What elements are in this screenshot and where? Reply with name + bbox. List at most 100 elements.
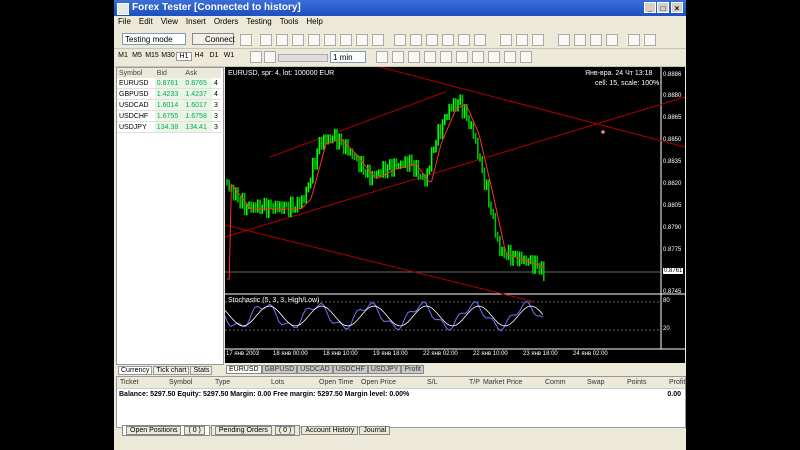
symbol-name: USDCAD: [117, 99, 155, 111]
line-chart-icon[interactable]: [474, 34, 486, 46]
grid-icon[interactable]: [426, 34, 438, 46]
price-label: 0.8745: [663, 289, 682, 295]
chart-area[interactable]: EURUSD, spr: 4, lot: 100000 EUR Янв-вра.…: [225, 67, 685, 363]
paste-icon[interactable]: [372, 34, 384, 46]
symbol-row[interactable]: USDJPY 134.38 134.41 3: [117, 121, 221, 133]
zoom-out-icon[interactable]: [410, 34, 422, 46]
symbol-row[interactable]: USDCAD 1.6014 1.6017 3: [117, 99, 221, 111]
price-label: 0.8865: [663, 115, 682, 121]
menu-edit[interactable]: Edit: [135, 16, 157, 26]
menu-orders[interactable]: Orders: [210, 16, 242, 26]
price-chart[interactable]: [225, 67, 685, 363]
tf-m15[interactable]: M15: [145, 52, 159, 59]
check-icon[interactable]: [532, 34, 544, 46]
trendline-short: [269, 91, 446, 158]
tab-account-history[interactable]: Account History: [301, 426, 359, 435]
text-icon[interactable]: [504, 51, 516, 63]
palette-icon[interactable]: [606, 34, 618, 46]
lightning-icon[interactable]: [240, 34, 252, 46]
minimize-button[interactable]: _: [644, 2, 656, 13]
tab-pending-orders-count: ( 0 ): [274, 426, 296, 435]
symbols-panel: Symbol Bid Ask EURUSD 0.8761 0.8765 4 GBPUS…: [116, 67, 224, 365]
bar-chart-icon[interactable]: [442, 34, 454, 46]
save-icon[interactable]: [324, 34, 336, 46]
tab-journal[interactable]: Journal: [359, 426, 391, 435]
chart-tab-usdchf[interactable]: USDCHF: [332, 365, 368, 374]
zoom-in-icon[interactable]: [394, 34, 406, 46]
ellipse-icon[interactable]: [488, 51, 500, 63]
cursor-icon[interactable]: [260, 34, 272, 46]
open-icon[interactable]: [308, 34, 320, 46]
tab-stats[interactable]: Stats: [190, 366, 213, 375]
testing-mode-select[interactable]: Testing mode: [122, 33, 186, 45]
tf-m1[interactable]: M1: [116, 52, 130, 59]
window-title: Forex Tester [Connected to history]: [132, 2, 301, 13]
trend-anchor-point: [601, 130, 605, 134]
indicator-icon[interactable]: [500, 34, 512, 46]
tf-h4[interactable]: H4: [192, 52, 206, 59]
orders-header: Ticket Symbol Type Lots Open Time Open P…: [117, 377, 685, 389]
speed-slider[interactable]: [278, 54, 328, 62]
crosshair-icon[interactable]: [276, 34, 288, 46]
menu-help[interactable]: Help: [302, 16, 326, 26]
tab-tick-chart[interactable]: Tick chart: [153, 366, 190, 375]
spread-value: 4: [212, 88, 221, 100]
import-icon[interactable]: [574, 34, 586, 46]
export-icon[interactable]: [558, 34, 570, 46]
tf-w1[interactable]: W1: [222, 52, 236, 59]
fibo-icon[interactable]: [456, 51, 468, 63]
chart-tab-usdcad[interactable]: USDCAD: [297, 365, 333, 374]
tf-m30[interactable]: M30: [161, 52, 175, 59]
chart-tab-eurusd[interactable]: EURUSD: [226, 365, 262, 374]
tab-open-positions[interactable]: Open Positions ( 0 ): [122, 425, 210, 436]
timeframe-select[interactable]: 1 min: [330, 51, 366, 63]
osc-level-label: 80: [663, 298, 670, 304]
col-symbol: Symbol: [117, 68, 155, 78]
settings-icon[interactable]: [628, 34, 640, 46]
oscillator-label: Stochastic (5, 3, 3, High/Low): [228, 297, 320, 304]
menu-tools[interactable]: Tools: [276, 16, 303, 26]
col-open-time: Open Time: [319, 379, 354, 386]
tab-open-positions-label: Open Positions: [126, 426, 182, 435]
symbol-row[interactable]: GBPUSD 1.4233 1.4237 4: [117, 88, 221, 100]
connect-button[interactable]: Connect: [192, 33, 235, 45]
chart-tab-gbpusd[interactable]: GBPUSD: [261, 365, 298, 374]
menu-testing[interactable]: Testing: [242, 16, 275, 26]
menu-insert[interactable]: Insert: [182, 16, 210, 26]
tf-h1[interactable]: H1: [176, 52, 192, 61]
symbol-row[interactable]: USDCHF 1.6755 1.6758 3: [117, 110, 221, 122]
maximize-button[interactable]: □: [657, 2, 669, 13]
candle-chart-icon[interactable]: [458, 34, 470, 46]
bid-value: 1.4233: [154, 88, 184, 100]
template-icon[interactable]: [516, 34, 528, 46]
step-icon[interactable]: [264, 51, 276, 63]
symbol-row[interactable]: EURUSD 0.8761 0.8765 4: [117, 78, 221, 89]
bid-value: 0.8761: [154, 78, 184, 89]
new-chart-icon[interactable]: [292, 34, 304, 46]
tf-d1[interactable]: D1: [207, 52, 221, 59]
tf-m5[interactable]: M5: [130, 52, 144, 59]
trendline-rising: [225, 96, 685, 238]
chart-tab-usdjpy[interactable]: USDJPY: [367, 365, 402, 374]
close-button[interactable]: ×: [671, 2, 683, 13]
paint-icon[interactable]: [590, 34, 602, 46]
col-type: Type: [215, 379, 231, 386]
play-icon[interactable]: [250, 51, 262, 63]
wave-icon[interactable]: [520, 51, 532, 63]
tab-pending-orders[interactable]: Pending Orders ( 0 ): [210, 425, 301, 436]
tab-currency[interactable]: Currency: [118, 366, 153, 375]
trendline-icon[interactable]: [408, 51, 420, 63]
menu-view[interactable]: View: [157, 16, 182, 26]
col-sl: S/L: [427, 379, 438, 386]
rectangle-icon[interactable]: [472, 51, 484, 63]
print-icon[interactable]: [340, 34, 352, 46]
copy-icon[interactable]: [356, 34, 368, 46]
channel-icon[interactable]: [440, 51, 452, 63]
menu-file[interactable]: File: [114, 16, 135, 26]
stop-icon[interactable]: [644, 34, 656, 46]
vline-icon[interactable]: [392, 51, 404, 63]
bottom-tabs: Open Positions ( 0 ) Pending Orders ( 0 )…: [122, 424, 391, 436]
arrow-icon[interactable]: [424, 51, 436, 63]
hline-icon[interactable]: [376, 51, 388, 63]
chart-tab-profit[interactable]: Profit: [401, 365, 424, 374]
